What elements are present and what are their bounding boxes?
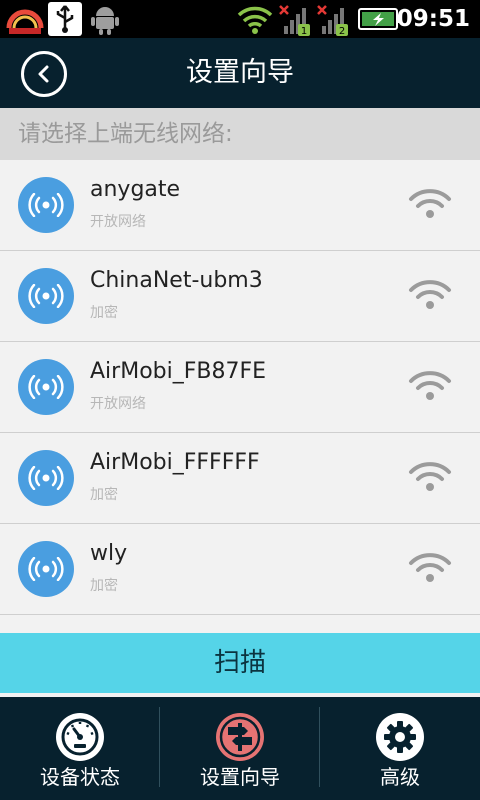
tab-label: 设置向导 [200, 765, 280, 789]
tab-label: 设备状态 [40, 765, 120, 789]
sig1-label: 1 [301, 26, 307, 36]
tab-device-status[interactable]: 设备状态 [0, 697, 160, 800]
network-security: 开放网络 [90, 214, 146, 230]
network-item[interactable]: ChinaNet-ubm3 加密 [0, 251, 480, 342]
battery-charging-icon [358, 8, 401, 30]
wireless-broadcast-icon [18, 177, 74, 233]
wifi-strength-icon [409, 189, 451, 218]
status-time: 09:51 [396, 6, 470, 32]
network-item[interactable]: AirMobi_FB87FE 开放网络 [0, 342, 480, 433]
back-button[interactable] [21, 51, 67, 97]
tab-label: 高级 [380, 765, 420, 789]
network-name: AirMobi_FB87FE [90, 359, 267, 384]
gear-icon [376, 713, 424, 761]
network-name: ChinaNet-ubm3 [90, 268, 263, 293]
section-title: 请选择上端无线网络: [0, 108, 480, 160]
app-screen: 1 2 09:51 设置向导 请选择上端无线网络: anygate 开放网络 C… [0, 0, 480, 800]
network-name: anygate [90, 177, 181, 202]
scan-button[interactable]: 扫描 [0, 633, 480, 693]
header-bar: 设置向导 [0, 38, 480, 108]
wireless-broadcast-icon [18, 450, 74, 506]
tab-setup-wizard[interactable]: 设置向导 [160, 697, 320, 800]
back-arrow-icon [38, 65, 49, 83]
network-security: 加密 [90, 487, 118, 503]
network-security: 加密 [90, 578, 118, 594]
status-bar: 1 2 09:51 [0, 0, 480, 38]
network-security: 开放网络 [90, 396, 146, 412]
wifi-strength-icon [409, 462, 451, 491]
sig2-label: 2 [339, 26, 345, 36]
android-debug-icon [91, 7, 119, 35]
speedometer-icon [56, 713, 104, 761]
cell-signal-1-icon: 1 [279, 5, 310, 36]
signpost-icon [216, 713, 264, 761]
tab-advanced[interactable]: 高级 [320, 697, 480, 800]
wifi-signal-icon [237, 6, 273, 34]
cell-signal-2-icon: 2 [317, 5, 348, 36]
network-item[interactable]: wly 加密 [0, 524, 480, 615]
network-item[interactable]: anygate 开放网络 [0, 160, 480, 251]
usb-icon [48, 2, 82, 36]
network-name: wly [90, 541, 128, 566]
network-list: anygate 开放网络 ChinaNet-ubm3 加密 AirMobi_FB… [0, 160, 480, 615]
network-item[interactable]: AirMobi_FFFFFF 加密 [0, 433, 480, 524]
wireless-broadcast-icon [18, 541, 74, 597]
network-name: AirMobi_FFFFFF [90, 450, 260, 475]
wifi-strength-icon [409, 280, 451, 309]
wireless-broadcast-icon [18, 359, 74, 415]
page-title: 设置向导 [186, 57, 294, 88]
wifi-strength-icon [409, 371, 451, 400]
wireless-broadcast-icon [18, 268, 74, 324]
wifi-strength-icon [409, 553, 451, 582]
bottom-nav: 设备状态 设置向导 高级 [0, 697, 480, 800]
speed-widget-icon [6, 9, 44, 34]
network-security: 加密 [90, 305, 118, 321]
